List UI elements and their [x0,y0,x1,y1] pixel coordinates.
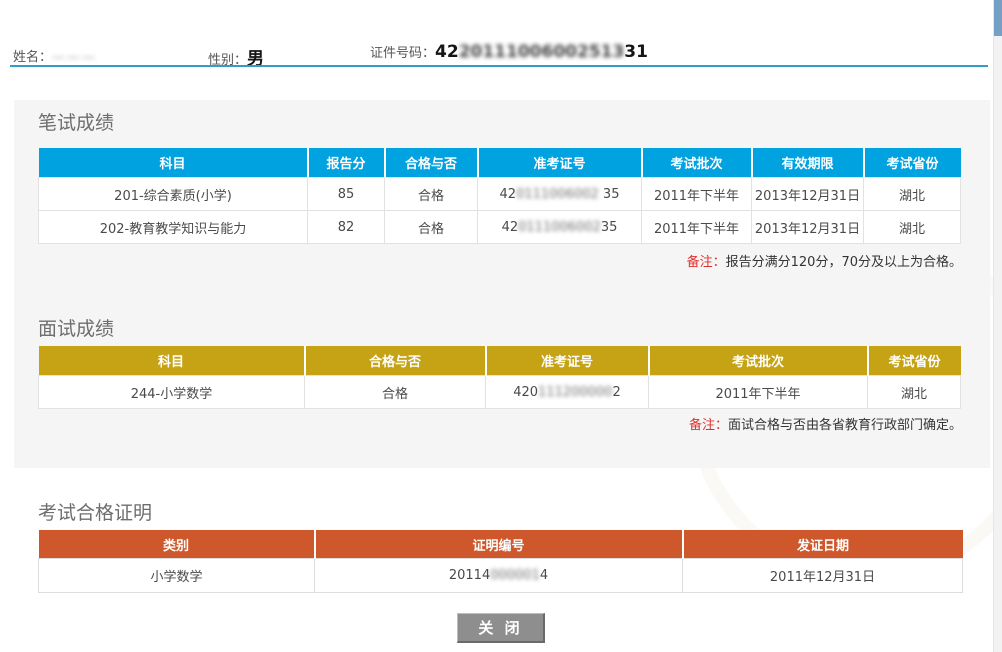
masked-digits: 000001 [490,568,540,583]
written-score-table: 科目 报告分 合格与否 准考证号 考试批次 有效期限 考试省份 201-综合素质… [38,148,961,244]
interview-score-title: 面试成绩 [38,314,114,341]
cell-ticket: 420111006002 35 [478,178,642,211]
cell-pass: 合格 [385,211,478,244]
table-row: 244-小学数学 合格 4201112000002 2011年下半年 湖北 [39,376,961,409]
column-header-validity: 有效期限 [752,148,864,178]
ticket-prefix: 42 [502,220,519,235]
certificate-title: 考试合格证明 [38,498,152,525]
redacted-name: ——— [52,50,97,65]
id-prefix: 42 [435,42,459,62]
cell-province: 湖北 [864,178,961,211]
written-score-title: 笔试成绩 [38,108,114,135]
cell-category: 小学数学 [39,559,315,593]
cell-province: 湖北 [864,211,961,244]
note-label: 备注： [689,418,728,433]
vertical-scrollbar-thumb[interactable] [994,0,1002,36]
table-row: 小学数学 201140000014 2011年12月31日 [39,559,963,593]
certificate-header-row: 类别 证明编号 发证日期 [39,530,963,559]
cert-number-suffix: 4 [540,568,548,583]
cert-number-prefix: 20114 [449,568,490,583]
note-text: 报告分满分120分，70分及以上为合格。 [726,255,962,270]
masked-digits: 0111006002 [516,187,599,202]
cell-validity: 2013年12月31日 [752,211,864,244]
column-header-issue-date: 发证日期 [683,530,963,559]
column-header-score: 报告分 [308,148,385,178]
close-button[interactable]: 关 闭 [457,613,545,643]
name-field: 姓名：——— [13,46,97,65]
masked-digits: 111200000 [538,385,612,400]
name-label: 姓名： [13,50,52,65]
candidate-info-bar: 姓名：——— 性别：男 证件号码：422011100600251331 [13,40,973,66]
id-suffix: 31 [624,42,648,62]
cell-batch: 2011年下半年 [642,178,752,211]
ticket-prefix: 42 [500,187,517,202]
id-masked-digits: 20111006002513 [459,42,625,62]
cell-province: 湖北 [868,376,961,409]
written-score-note: 备注：报告分满分120分，70分及以上为合格。 [687,251,962,270]
column-header-pass: 合格与否 [385,148,478,178]
cell-validity: 2013年12月31日 [752,178,864,211]
cell-batch: 2011年下半年 [649,376,868,409]
cell-batch: 2011年下半年 [642,211,752,244]
cell-cert-number: 201140000014 [315,559,683,593]
cell-pass: 合格 [305,376,486,409]
header-divider-line [10,65,988,67]
interview-score-note: 备注：面试合格与否由各省教育行政部门确定。 [689,414,962,433]
column-header-category: 类别 [39,530,315,559]
column-header-cert-number: 证明编号 [315,530,683,559]
ticket-prefix: 420 [513,385,538,400]
column-header-ticket: 准考证号 [486,346,649,376]
cell-score: 85 [308,178,385,211]
table-row: 202-教育教学知识与能力 82 合格 42011100600235 2011年… [39,211,961,244]
column-header-batch: 考试批次 [649,346,868,376]
table-row: 201-综合素质(小学) 85 合格 420111006002 35 2011年… [39,178,961,211]
column-header-subject: 科目 [39,346,305,376]
column-header-province: 考试省份 [864,148,961,178]
certificate-table: 类别 证明编号 发证日期 小学数学 201140000014 2011年12月3… [38,530,963,593]
cell-subject: 202-教育教学知识与能力 [39,211,308,244]
vertical-scrollbar-track[interactable] [993,0,1002,652]
cell-issue-date: 2011年12月31日 [683,559,963,593]
masked-digits: 0111006002 [518,220,601,235]
note-text: 面试合格与否由各省教育行政部门确定。 [728,418,962,433]
cell-subject: 244-小学数学 [39,376,305,409]
id-number-field: 证件号码：422011100600251331 [370,42,648,62]
column-header-subject: 科目 [39,148,308,178]
id-number-value: 422011100600251331 [435,42,648,62]
column-header-province: 考试省份 [868,346,961,376]
id-label: 证件号码： [370,46,435,61]
cell-ticket: 4201112000002 [486,376,649,409]
cell-subject: 201-综合素质(小学) [39,178,308,211]
cell-pass: 合格 [385,178,478,211]
cell-score: 82 [308,211,385,244]
note-label: 备注： [687,255,726,270]
ticket-suffix: 2 [613,385,621,400]
column-header-pass: 合格与否 [305,346,486,376]
column-header-ticket: 准考证号 [478,148,642,178]
interview-header-row: 科目 合格与否 准考证号 考试批次 考试省份 [39,346,961,376]
cell-ticket: 42011100600235 [478,211,642,244]
column-header-batch: 考试批次 [642,148,752,178]
ticket-suffix: 35 [601,220,618,235]
interview-score-table: 科目 合格与否 准考证号 考试批次 考试省份 244-小学数学 合格 42011… [38,346,961,409]
written-header-row: 科目 报告分 合格与否 准考证号 考试批次 有效期限 考试省份 [39,148,961,178]
ticket-suffix: 35 [603,187,620,202]
